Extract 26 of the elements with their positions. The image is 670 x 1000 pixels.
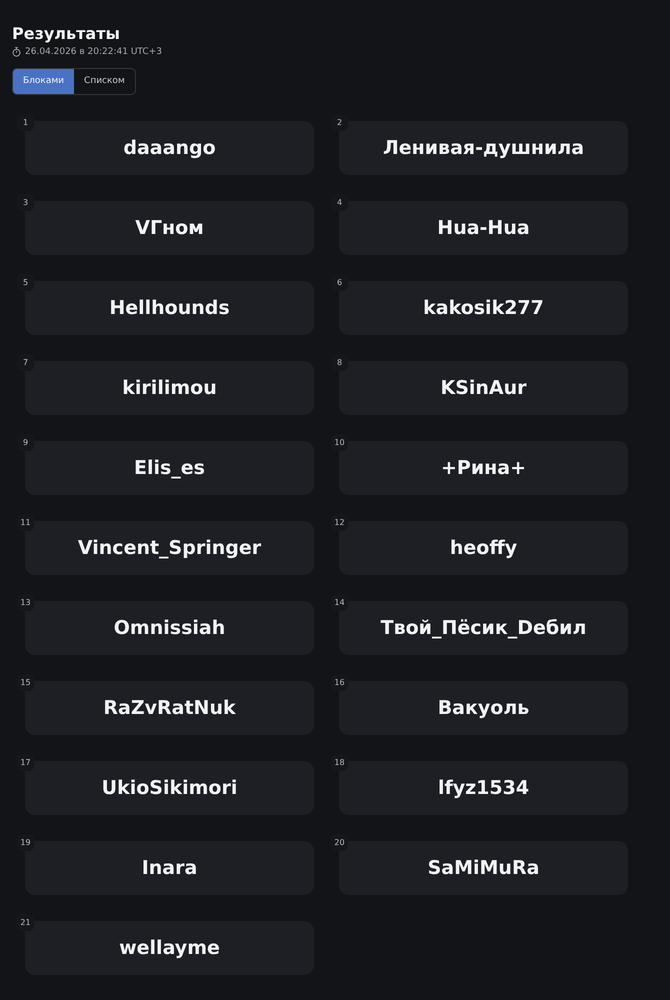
view-toggle-button[interactable]: Блоками: [13, 69, 74, 94]
stopwatch-icon: [12, 47, 21, 57]
player-name: Hellhounds: [109, 296, 230, 321]
player-name: Твой_Пёсик_Dебил: [380, 616, 586, 641]
player-name: Ленивая-душнила: [382, 136, 584, 161]
player-name: daaango: [123, 136, 216, 161]
player-name: SaMiMuRa: [428, 856, 540, 881]
player-name: VГном: [135, 216, 204, 241]
player-name: kirilimou: [122, 376, 217, 401]
player-name: RaZvRatNuk: [103, 696, 236, 721]
timestamp: 26.04.2026 в 20:22:41 UTC+3: [25, 46, 162, 58]
player-name: lfyz1534: [438, 776, 530, 801]
page-title: Результаты: [12, 24, 121, 44]
view-toggle-button[interactable]: Списком: [74, 69, 135, 94]
player-name: wellayme: [119, 936, 220, 961]
player-name: UkioSikimori: [102, 776, 238, 801]
player-name: Vincent_Springer: [78, 536, 262, 561]
player-name: +Рина+: [440, 456, 526, 481]
player-name: Omnissiah: [114, 616, 226, 641]
player-name: heoffy: [450, 536, 518, 561]
player-name: kakosik277: [423, 296, 544, 321]
player-name: Inara: [142, 856, 198, 881]
player-name: Вакуоль: [438, 696, 530, 721]
player-name: Elis_es: [134, 456, 205, 481]
player-name: Hua-Hua: [437, 216, 530, 241]
player-name: KSinAur: [440, 376, 527, 401]
